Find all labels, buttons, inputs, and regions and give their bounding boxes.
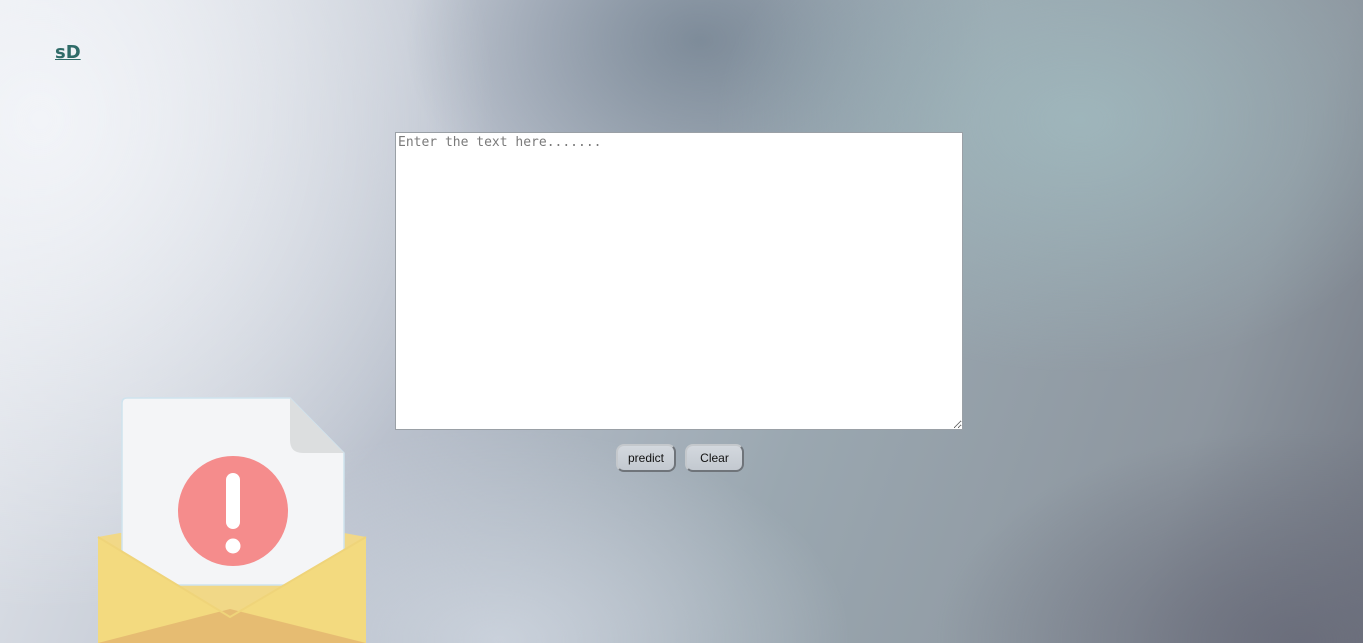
message-text-input[interactable] [395,132,963,430]
alert-bar [226,473,240,529]
envelope-warning-illustration [96,395,368,643]
alert-dot [225,538,241,554]
clear-button[interactable]: Clear [685,444,744,472]
predict-button[interactable]: predict [616,444,676,472]
envelope-warning-icon [97,397,367,643]
brand-link[interactable]: sD [55,42,81,63]
